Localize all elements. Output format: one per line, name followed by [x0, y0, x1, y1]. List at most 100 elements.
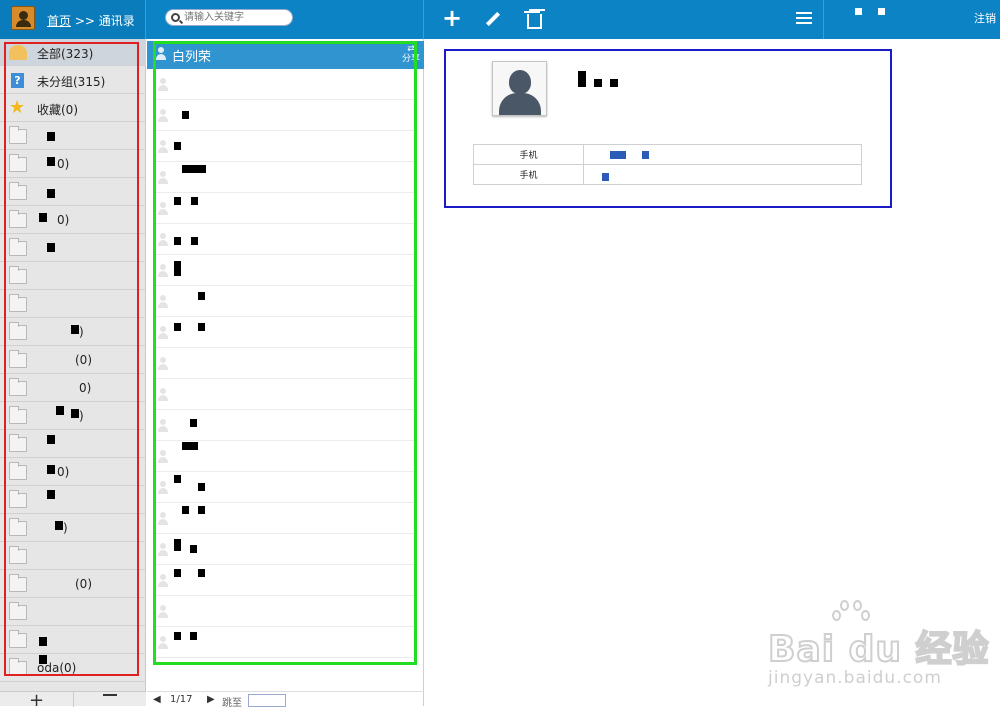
group-count: ): [79, 409, 84, 423]
redacted-text: [190, 419, 197, 427]
edit-pencil-icon[interactable]: [481, 8, 503, 30]
redacted-username: [855, 8, 862, 15]
app-header: 首页 >> 通讯录: [0, 0, 146, 39]
search-input[interactable]: [184, 11, 288, 24]
contact-row[interactable]: [155, 379, 417, 410]
contact-row[interactable]: [155, 627, 417, 658]
contact-row[interactable]: [155, 317, 417, 348]
contact-row[interactable]: [155, 193, 417, 224]
group-folder[interactable]: [0, 627, 146, 654]
redacted-text: [198, 569, 205, 577]
search-box[interactable]: [165, 9, 293, 26]
contact-row[interactable]: [155, 596, 417, 627]
group-folder[interactable]: [0, 123, 146, 150]
person-icon: [158, 326, 168, 339]
contact-row[interactable]: [155, 410, 417, 441]
group-folder[interactable]: [0, 599, 146, 626]
contact-row[interactable]: [155, 69, 417, 100]
group-folder[interactable]: ): [0, 403, 146, 430]
group-folder[interactable]: [0, 263, 146, 290]
contact-row[interactable]: [155, 565, 417, 596]
contact-row[interactable]: [155, 472, 417, 503]
footer-divider: [73, 692, 74, 707]
person-icon: [158, 388, 168, 401]
contact-row[interactable]: [155, 100, 417, 131]
folder-icon: [9, 294, 27, 312]
group-folder[interactable]: [0, 291, 146, 318]
group-folder[interactable]: [0, 543, 146, 570]
group-folder[interactable]: ): [0, 319, 146, 346]
person-icon: [158, 295, 168, 308]
next-page-button[interactable]: ▶: [207, 694, 215, 705]
contact-row[interactable]: [155, 255, 417, 286]
breadcrumb-home-link[interactable]: 首页: [47, 14, 71, 28]
share-button[interactable]: ⇄ 分享: [402, 44, 420, 64]
search-icon[interactable]: [171, 13, 180, 22]
redacted-text: [174, 142, 181, 150]
group-folder[interactable]: ): [0, 515, 146, 542]
contact-row[interactable]: [155, 131, 417, 162]
phone-value[interactable]: [583, 144, 862, 165]
group-count: oda(0): [37, 661, 77, 675]
group-folder[interactable]: [0, 487, 146, 514]
share-label: 分享: [401, 54, 420, 64]
redacted-text: [174, 632, 181, 640]
group-count: 0): [79, 381, 92, 395]
jump-page-input[interactable]: [248, 694, 286, 707]
person-icon: [158, 357, 168, 370]
avatar[interactable]: [492, 61, 547, 116]
group-folder[interactable]: oda(0): [0, 655, 146, 682]
redacted-text: [578, 71, 586, 87]
top-bar: 首页 >> 通讯录 + 注销: [0, 0, 1000, 39]
folder-icon: [9, 490, 27, 508]
folder-icon: [9, 630, 27, 648]
group-folder[interactable]: (0): [0, 571, 146, 598]
redacted-text: [39, 637, 47, 646]
share-icon: ⇄: [407, 44, 415, 54]
group-folder[interactable]: [0, 235, 146, 262]
selected-contact-name: 白列荣: [172, 50, 212, 65]
folder-icon: [9, 462, 27, 480]
person-icon: [158, 202, 168, 215]
group-folder[interactable]: 0): [0, 151, 146, 178]
folder-icon: [9, 126, 27, 144]
avatar-body: [499, 93, 541, 115]
delete-group-icon[interactable]: [103, 694, 117, 706]
person-icon: [158, 78, 168, 91]
group-folder[interactable]: 0): [0, 459, 146, 486]
group-folder[interactable]: (0): [0, 347, 146, 374]
contact-row[interactable]: [155, 162, 417, 193]
contact-row[interactable]: [155, 534, 417, 565]
contact-row[interactable]: [155, 503, 417, 534]
person-icon: [158, 574, 168, 587]
add-contact-plus-icon[interactable]: +: [441, 6, 463, 30]
group-folder[interactable]: 0): [0, 375, 146, 402]
more-menu-icon[interactable]: [793, 8, 815, 30]
redacted-text: [174, 323, 181, 331]
group-ungrouped[interactable]: ? 未分组(315): [0, 67, 146, 94]
group-favorites[interactable]: ★ 收藏(0): [0, 95, 146, 122]
redacted-text: [610, 79, 618, 87]
phone-value[interactable]: [583, 164, 862, 185]
folder-icon: [9, 602, 27, 620]
person-icon: [158, 419, 168, 432]
contact-row[interactable]: [155, 441, 417, 472]
redacted-text: [47, 243, 55, 252]
group-all[interactable]: 全部(323): [0, 39, 146, 66]
folder-icon: [9, 658, 27, 676]
group-folder[interactable]: [0, 431, 146, 458]
add-group-plus-icon[interactable]: +: [29, 690, 44, 711]
contact-row[interactable]: [155, 348, 417, 379]
selected-contact-row[interactable]: 白列荣 ⇄ 分享: [147, 41, 424, 69]
jump-to-label: 跳至: [222, 698, 242, 709]
group-folder[interactable]: 0): [0, 207, 146, 234]
redacted-text: [47, 189, 55, 198]
star-icon: ★: [9, 97, 26, 118]
contact-row[interactable]: [155, 286, 417, 317]
prev-page-button[interactable]: ◀: [153, 694, 161, 705]
logout-link[interactable]: 注销: [974, 10, 996, 26]
delete-trash-icon[interactable]: [521, 8, 543, 30]
group-folder[interactable]: [0, 179, 146, 206]
redacted-text: [47, 435, 55, 444]
contact-row[interactable]: [155, 224, 417, 255]
